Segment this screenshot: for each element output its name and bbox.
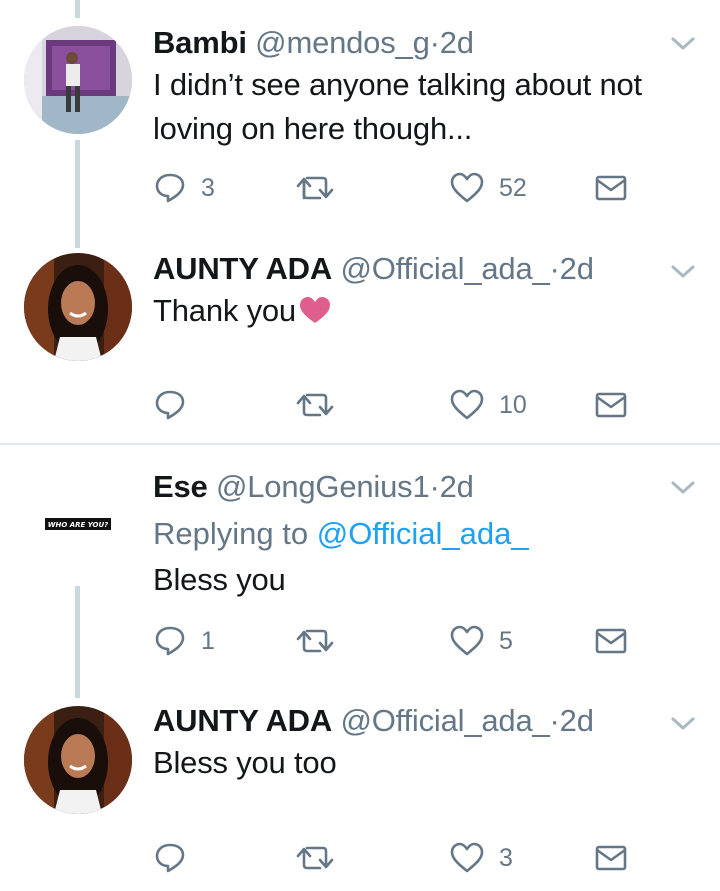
tweet-text: Thank you bbox=[153, 289, 700, 333]
retweet-icon bbox=[296, 846, 334, 870]
tweet-text-line: Thank you bbox=[153, 293, 296, 328]
reply-icon bbox=[155, 843, 185, 873]
avatar-photo bbox=[24, 706, 132, 814]
display-name[interactable]: Ese bbox=[153, 469, 208, 504]
like-count: 10 bbox=[499, 390, 527, 419]
avatar[interactable]: WHO ARE YOU? bbox=[24, 470, 132, 578]
envelope-icon bbox=[595, 628, 627, 654]
chevron-down-icon[interactable] bbox=[670, 36, 696, 52]
retweet-button[interactable] bbox=[295, 621, 349, 661]
heart-icon bbox=[450, 389, 484, 420]
avatar[interactable] bbox=[24, 26, 132, 134]
heart-emoji-icon bbox=[299, 297, 330, 323]
display-name[interactable]: AUNTY ADA bbox=[153, 703, 332, 738]
handle[interactable]: @Official_ada_ bbox=[340, 251, 549, 286]
tweet-header: AUNTY ADA @Official_ada_·2d bbox=[153, 701, 700, 741]
thread-line-1 bbox=[75, 140, 80, 248]
tweet-text-line: loving on here though... bbox=[153, 111, 473, 146]
tweet-actions: 10 bbox=[153, 385, 653, 425]
retweet-button[interactable] bbox=[295, 385, 349, 425]
replying-to-prefix: Replying to bbox=[153, 516, 309, 551]
retweet-icon bbox=[296, 393, 334, 417]
tweet-actions: 3 52 bbox=[153, 168, 653, 208]
like-count: 52 bbox=[499, 173, 527, 202]
tweet-text: I didn’t see anyone talking about not lo… bbox=[153, 63, 700, 151]
separator-dot: · bbox=[429, 25, 440, 60]
timestamp[interactable]: 2d bbox=[560, 251, 594, 286]
retweet-button[interactable] bbox=[295, 168, 349, 208]
chevron-down-icon[interactable] bbox=[670, 480, 696, 496]
reply-button[interactable] bbox=[153, 385, 201, 425]
like-button[interactable]: 52 bbox=[449, 168, 527, 208]
like-button[interactable]: 5 bbox=[449, 621, 513, 661]
share-button[interactable] bbox=[594, 621, 628, 661]
reply-icon bbox=[155, 626, 185, 656]
envelope-icon bbox=[595, 175, 627, 201]
tweet-text-line: Bless you too bbox=[153, 745, 337, 780]
tweet-text: Bless you too bbox=[153, 741, 700, 785]
tweet-actions: 3 bbox=[153, 838, 653, 878]
tweet-text: Bless you bbox=[153, 558, 700, 602]
display-name[interactable]: Bambi bbox=[153, 25, 247, 60]
thread-line-top bbox=[75, 0, 80, 18]
reply-icon bbox=[155, 173, 185, 203]
tweet-actions: 1 5 bbox=[153, 621, 653, 661]
thread-line-2 bbox=[75, 586, 80, 698]
avatar-photo bbox=[24, 253, 132, 361]
timestamp[interactable]: 2d bbox=[560, 703, 594, 738]
envelope-icon bbox=[595, 845, 627, 871]
tweet-header: Bambi @mendos_g·2d bbox=[153, 23, 700, 63]
heart-icon bbox=[450, 842, 484, 873]
tweet-header: Ese @LongGenius1·2d bbox=[153, 467, 700, 507]
tweet-text-line: I didn’t see anyone talking about not bbox=[153, 67, 642, 102]
replying-to: Replying to @Official_ada_ bbox=[153, 512, 700, 556]
heart-icon bbox=[450, 625, 484, 656]
like-button[interactable]: 3 bbox=[449, 838, 513, 878]
share-button[interactable] bbox=[594, 838, 628, 878]
separator-dot: · bbox=[429, 469, 440, 504]
conversation-divider bbox=[0, 443, 720, 445]
handle[interactable]: @LongGenius1 bbox=[216, 469, 430, 504]
retweet-icon bbox=[296, 176, 334, 200]
like-count: 3 bbox=[499, 843, 513, 872]
reply-count: 3 bbox=[201, 173, 215, 202]
separator-dot: · bbox=[549, 251, 560, 286]
share-button[interactable] bbox=[594, 385, 628, 425]
handle[interactable]: @mendos_g bbox=[255, 25, 430, 60]
avatar-photo: WHO ARE YOU? bbox=[24, 470, 132, 578]
tweet-text-line: Bless you bbox=[153, 562, 286, 597]
avatar-photo bbox=[24, 26, 132, 134]
avatar[interactable] bbox=[24, 706, 132, 814]
separator-dot: · bbox=[549, 703, 560, 738]
reply-count: 1 bbox=[201, 626, 215, 655]
chevron-down-icon[interactable] bbox=[670, 264, 696, 280]
retweet-button[interactable] bbox=[295, 838, 349, 878]
reply-icon bbox=[155, 390, 185, 420]
reply-button[interactable]: 3 bbox=[153, 168, 215, 208]
reply-button[interactable] bbox=[153, 838, 201, 878]
mention-link[interactable]: @Official_ada_ bbox=[317, 516, 529, 551]
timestamp[interactable]: 2d bbox=[440, 469, 474, 504]
display-name[interactable]: AUNTY ADA bbox=[153, 251, 332, 286]
share-button[interactable] bbox=[594, 168, 628, 208]
handle[interactable]: @Official_ada_ bbox=[340, 703, 549, 738]
like-count: 5 bbox=[499, 626, 513, 655]
envelope-icon bbox=[595, 392, 627, 418]
avatar-caption: WHO ARE YOU? bbox=[48, 521, 109, 529]
reply-button[interactable]: 1 bbox=[153, 621, 215, 661]
retweet-icon bbox=[296, 629, 334, 653]
tweet-header: AUNTY ADA @Official_ada_·2d bbox=[153, 249, 700, 289]
timestamp[interactable]: 2d bbox=[440, 25, 474, 60]
chevron-down-icon[interactable] bbox=[670, 716, 696, 732]
heart-icon bbox=[450, 172, 484, 203]
like-button[interactable]: 10 bbox=[449, 385, 527, 425]
avatar[interactable] bbox=[24, 253, 132, 361]
